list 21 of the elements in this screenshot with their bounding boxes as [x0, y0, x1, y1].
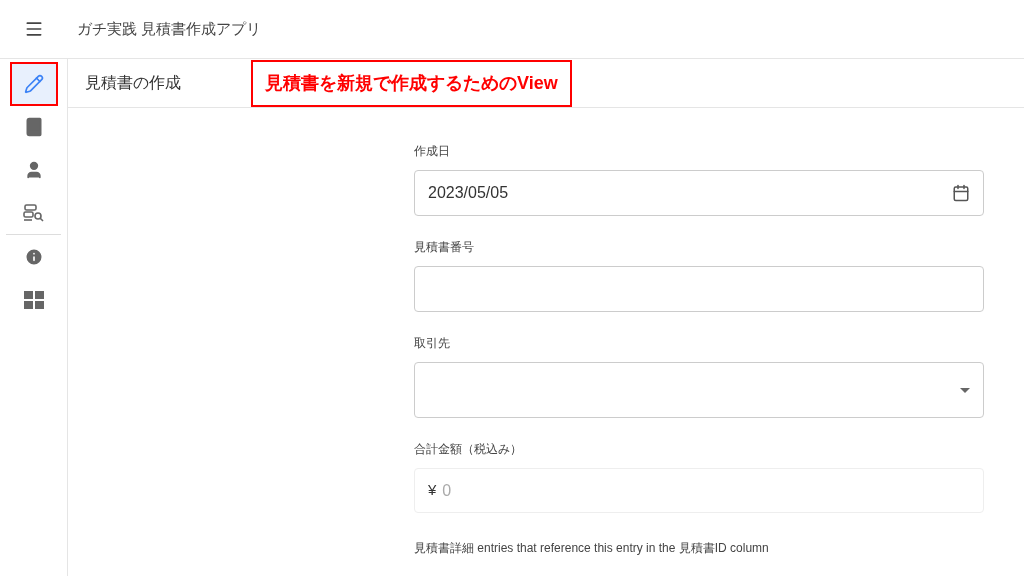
field-label: 合計金額（税込み） — [414, 441, 523, 458]
list-search-icon — [22, 202, 45, 223]
annotation-callout: 見積書を新規で作成するためのView — [251, 59, 572, 107]
app-title: ガチ実践 見積書作成アプリ — [77, 18, 262, 39]
edit-icon — [23, 73, 44, 94]
currency-symbol: ¥ — [428, 480, 437, 501]
field-label: 取引先 — [414, 335, 451, 352]
text-field[interactable] — [414, 266, 984, 312]
field-label: 作成日 — [414, 143, 451, 160]
menu-icon — [24, 19, 44, 39]
field-label: 見積書番号 — [414, 239, 475, 256]
calendar-icon — [952, 184, 970, 202]
related-entries-note: 見積書詳細 entries that reference this entry in the 見積書ID column — [414, 540, 770, 557]
grid-icon — [23, 290, 44, 309]
dropdown-caret-icon — [960, 387, 970, 393]
view-title: 見積書の作成 — [85, 73, 181, 93]
date-field[interactable]: 2023/05/05 — [414, 170, 984, 216]
amount-placeholder: 0 — [442, 480, 452, 501]
dropdown-field[interactable] — [414, 362, 984, 418]
nav-item[interactable] — [11, 63, 56, 104]
info-icon — [23, 246, 44, 267]
